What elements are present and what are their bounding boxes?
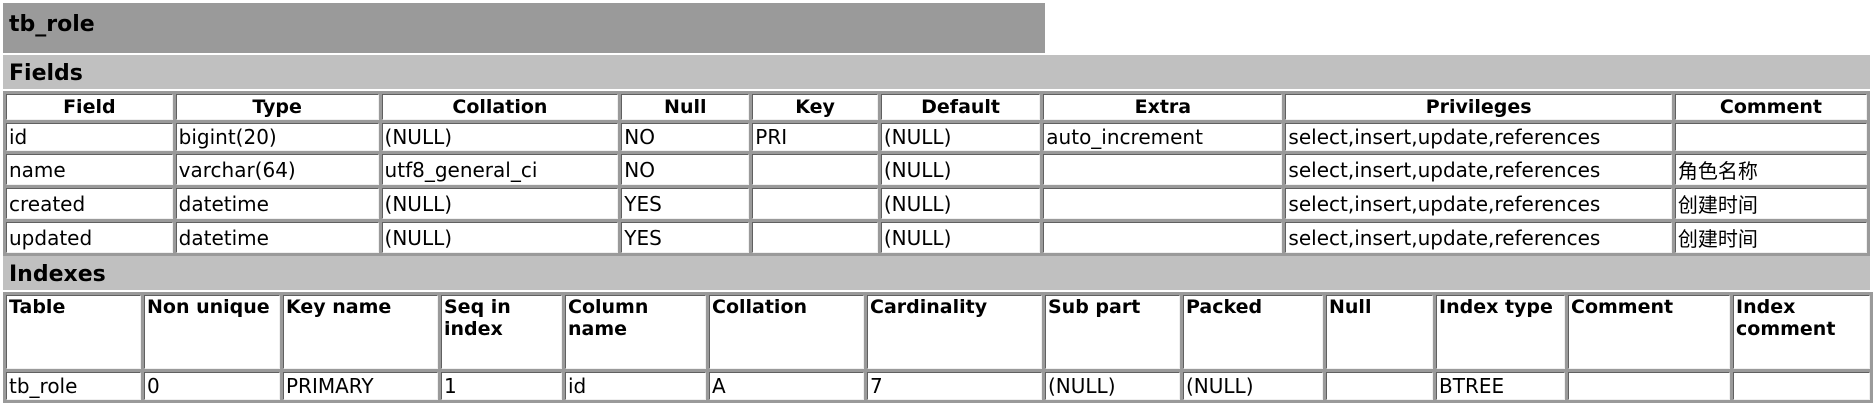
cell-default: (NULL) [880,123,1041,151]
column-header-privileges: Privileges [1285,94,1672,120]
column-header-column-name: Column name [565,295,706,369]
cell-collation: (NULL) [381,123,619,151]
column-header-key-name: Key name [283,295,438,369]
table-row: id bigint(20) (NULL) NO PRI (NULL) auto_… [6,123,1867,151]
column-header-collation: Collation [381,94,619,120]
column-header-extra: Extra [1043,94,1283,120]
cell-extra [1043,222,1283,253]
table-row: name varchar(64) utf8_general_ci NO (NUL… [6,154,1867,185]
indexes-table: Table Non unique Key name Seq in index C… [3,292,1873,403]
cell-privileges: select,insert,update,references [1285,154,1672,185]
indexes-section-title: Indexes [3,256,1870,290]
column-header-type: Type [175,94,379,120]
cell-collation: utf8_general_ci [381,154,619,185]
cell-extra: auto_increment [1043,123,1283,151]
cell-comment: 角色名称 [1674,154,1867,185]
cell-default: (NULL) [880,154,1041,185]
column-header-collation: Collation [709,295,864,369]
cell-default: (NULL) [880,188,1041,219]
fields-header-row: Field Type Collation Null Key Default Ex… [6,94,1867,120]
cell-field: id [6,123,173,151]
cell-type: datetime [175,188,379,219]
cell-key [752,222,878,253]
column-header-comment: Comment [1568,295,1730,369]
cell-sub-part: (NULL) [1045,372,1180,400]
cell-field: name [6,154,173,185]
cell-comment [1674,123,1867,151]
cell-null [1326,372,1433,400]
cell-null: YES [621,188,750,219]
cell-extra [1043,188,1283,219]
cell-index-type: BTREE [1436,372,1565,400]
cell-privileges: select,insert,update,references [1285,222,1672,253]
cell-packed: (NULL) [1183,372,1323,400]
column-header-non-unique: Non unique [144,295,280,369]
column-header-sub-part: Sub part [1045,295,1180,369]
cell-field: updated [6,222,173,253]
cell-default: (NULL) [880,222,1041,253]
cell-cardinality: 7 [867,372,1042,400]
cell-privileges: select,insert,update,references [1285,123,1672,151]
schema-report: tb_role Fields Field Type Collation Null… [0,0,1873,404]
cell-non-unique: 0 [144,372,280,400]
column-header-table: Table [6,295,141,369]
cell-seq-in-index: 1 [441,372,562,400]
column-header-seq-in-index: Seq in index [441,295,562,369]
column-header-key: Key [752,94,878,120]
cell-extra [1043,154,1283,185]
cell-key: PRI [752,123,878,151]
cell-key [752,188,878,219]
cell-collation: (NULL) [381,222,619,253]
cell-collation: A [709,372,864,400]
column-header-index-type: Index type [1436,295,1565,369]
cell-comment: 创建时间 [1674,222,1867,253]
table-row: tb_role 0 PRIMARY 1 id A 7 (NULL) (NULL)… [6,372,1870,400]
cell-type: bigint(20) [175,123,379,151]
cell-comment: 创建时间 [1674,188,1867,219]
cell-collation: (NULL) [381,188,619,219]
cell-table: tb_role [6,372,141,400]
column-header-field: Field [6,94,173,120]
cell-null: NO [621,123,750,151]
column-header-packed: Packed [1183,295,1323,369]
column-header-null: Null [1326,295,1433,369]
cell-privileges: select,insert,update,references [1285,188,1672,219]
cell-type: varchar(64) [175,154,379,185]
cell-null: YES [621,222,750,253]
cell-index-comment [1733,372,1870,400]
cell-key [752,154,878,185]
table-row: updated datetime (NULL) YES (NULL) selec… [6,222,1867,253]
indexes-header-row: Table Non unique Key name Seq in index C… [6,295,1870,369]
table-title: tb_role [3,3,1045,53]
column-header-default: Default [880,94,1041,120]
column-header-null: Null [621,94,750,120]
column-header-cardinality: Cardinality [867,295,1042,369]
column-header-comment: Comment [1674,94,1867,120]
fields-table: Field Type Collation Null Key Default Ex… [3,91,1870,256]
fields-section-title: Fields [3,55,1870,89]
table-row: created datetime (NULL) YES (NULL) selec… [6,188,1867,219]
cell-field: created [6,188,173,219]
cell-null: NO [621,154,750,185]
cell-comment [1568,372,1730,400]
cell-column-name: id [565,372,706,400]
cell-type: datetime [175,222,379,253]
cell-key-name: PRIMARY [283,372,438,400]
column-header-index-comment: Index comment [1733,295,1870,369]
